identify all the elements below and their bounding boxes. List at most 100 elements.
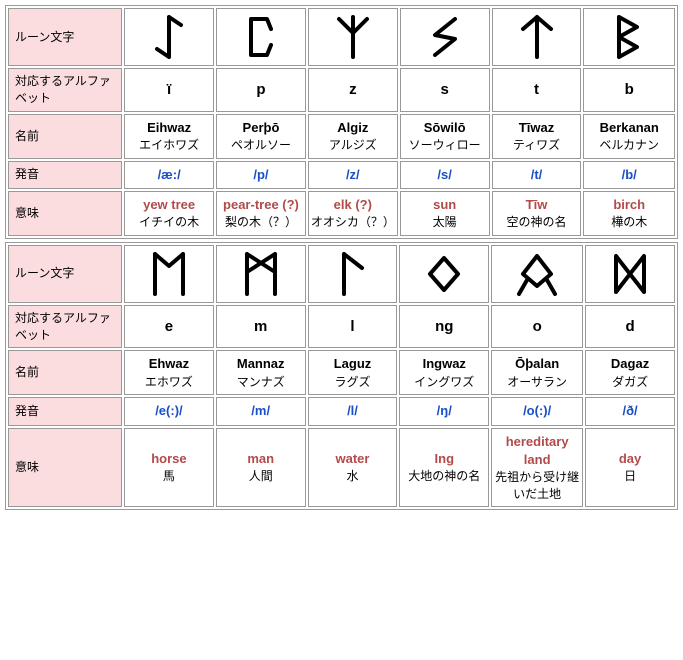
cell-rune xyxy=(492,8,582,66)
pronunciation: /e(:)/ xyxy=(155,403,182,418)
alphabet-letter: l xyxy=(350,318,354,335)
row-header-pronunciation: 発音 xyxy=(8,397,122,425)
name-en: Ingwaz xyxy=(402,355,486,373)
cell-pronunciation: /e(:)/ xyxy=(124,397,214,425)
cell-rune xyxy=(585,245,675,303)
meaning-jp: 空の神の名 xyxy=(495,214,579,231)
row-header-name: 名前 xyxy=(8,114,122,159)
meaning-jp: 樺の木 xyxy=(586,214,672,231)
rune-glyph xyxy=(311,250,395,298)
row-header-meaning: 意味 xyxy=(8,428,122,508)
meaning-en: elk (?) xyxy=(311,196,395,214)
alphabet-letter: ng xyxy=(435,318,453,335)
rune-glyph xyxy=(494,250,580,298)
rune-glyph xyxy=(403,13,487,61)
alphabet-letter: ï xyxy=(167,81,171,98)
cell-pronunciation: /o(:)/ xyxy=(491,397,583,425)
cell-rune xyxy=(583,8,675,66)
name-jp: ダガズ xyxy=(588,374,672,391)
meaning-en: pear-tree (?) xyxy=(219,196,303,214)
meaning-en: yew tree xyxy=(127,196,211,214)
cell-alphabet: d xyxy=(585,305,675,349)
cell-name: Algizアルジズ xyxy=(308,114,398,159)
name-en: Ehwaz xyxy=(127,355,211,373)
row-header-pronunciation: 発音 xyxy=(8,161,122,189)
pronunciation: /s/ xyxy=(437,167,451,182)
cell-meaning: hereditary land先祖から受け継いだ土地 xyxy=(491,428,583,508)
cell-pronunciation: /l/ xyxy=(308,397,398,425)
cell-alphabet: l xyxy=(308,305,398,349)
pronunciation: /t/ xyxy=(531,167,543,182)
meaning-jp: イチイの木 xyxy=(127,214,211,231)
rune-glyph xyxy=(127,250,211,298)
cell-alphabet: e xyxy=(124,305,214,349)
name-jp: エイホワズ xyxy=(127,137,211,154)
cell-name: Berkananベルカナン xyxy=(583,114,675,159)
meaning-jp: 太陽 xyxy=(403,214,487,231)
name-jp: マンナズ xyxy=(219,374,303,391)
rune-glyph xyxy=(586,13,672,61)
meaning-en: horse xyxy=(127,450,211,468)
pronunciation: /l/ xyxy=(347,403,358,418)
cell-name: Tīwazティワズ xyxy=(492,114,582,159)
cell-meaning: birch樺の木 xyxy=(583,191,675,236)
cell-meaning: man人間 xyxy=(216,428,306,508)
row-header-rune: ルーン文字 xyxy=(8,8,122,66)
cell-meaning: sun太陽 xyxy=(400,191,490,236)
cell-pronunciation: /p/ xyxy=(216,161,306,189)
cell-pronunciation: /t/ xyxy=(492,161,582,189)
cell-alphabet: p xyxy=(216,68,306,112)
row-header-rune: ルーン文字 xyxy=(8,245,122,303)
cell-name: Mannazマンナズ xyxy=(216,350,306,395)
cell-alphabet: o xyxy=(491,305,583,349)
cell-meaning: elk (?)オオシカ（？） xyxy=(308,191,398,236)
pronunciation: /o(:)/ xyxy=(523,403,551,418)
pronunciation: /z/ xyxy=(346,167,360,182)
cell-pronunciation: /s/ xyxy=(400,161,490,189)
meaning-en: day xyxy=(588,450,672,468)
cell-alphabet: z xyxy=(308,68,398,112)
cell-rune xyxy=(491,245,583,303)
alphabet-letter: s xyxy=(440,81,448,98)
cell-alphabet: ï xyxy=(124,68,214,112)
cell-rune xyxy=(216,245,306,303)
meaning-en: Ing xyxy=(402,450,486,468)
pronunciation: /ð/ xyxy=(622,403,637,418)
cell-name: Dagazダガズ xyxy=(585,350,675,395)
name-en: Algiz xyxy=(311,119,395,137)
meaning-en: hereditary land xyxy=(494,433,580,469)
meaning-jp: 大地の神の名 xyxy=(402,468,486,485)
alphabet-letter: t xyxy=(534,81,539,98)
cell-pronunciation: /ŋ/ xyxy=(399,397,489,425)
meaning-en: Tīw xyxy=(495,196,579,214)
rune-glyph xyxy=(495,13,579,61)
cell-rune xyxy=(399,245,489,303)
meaning-jp: オオシカ（？） xyxy=(311,214,395,231)
name-jp: ラグズ xyxy=(311,374,395,391)
meaning-jp: 馬 xyxy=(127,468,211,485)
cell-rune xyxy=(124,8,214,66)
name-jp: ソーウィロー xyxy=(403,137,487,154)
meaning-jp: 水 xyxy=(311,468,395,485)
rune-table-1: ルーン文字対応するアルファベットem l ng o d 名前 Ehwazエホワズ Mannaz… xyxy=(5,242,678,511)
meaning-jp: 梨の木（？） xyxy=(219,214,303,231)
rune-glyph xyxy=(311,13,395,61)
meaning-jp: 日 xyxy=(588,468,672,485)
name-en: Eihwaz xyxy=(127,119,211,137)
cell-alphabet: s xyxy=(400,68,490,112)
cell-alphabet: ng xyxy=(399,305,489,349)
pronunciation: /æ:/ xyxy=(158,167,181,182)
name-jp: ペオルソー xyxy=(219,137,303,154)
row-header-alphabet: 対応するアルファベット xyxy=(8,305,122,349)
cell-pronunciation: /z/ xyxy=(308,161,398,189)
rune-glyph xyxy=(402,250,486,298)
cell-alphabet: m xyxy=(216,305,306,349)
name-jp: エホワズ xyxy=(127,374,211,391)
name-en: Ōþalan xyxy=(494,355,580,373)
cell-alphabet: b xyxy=(583,68,675,112)
alphabet-letter: z xyxy=(349,81,357,98)
meaning-en: birch xyxy=(586,196,672,214)
alphabet-letter: o xyxy=(533,318,542,335)
pronunciation: /ŋ/ xyxy=(437,403,452,418)
row-header-name: 名前 xyxy=(8,350,122,395)
